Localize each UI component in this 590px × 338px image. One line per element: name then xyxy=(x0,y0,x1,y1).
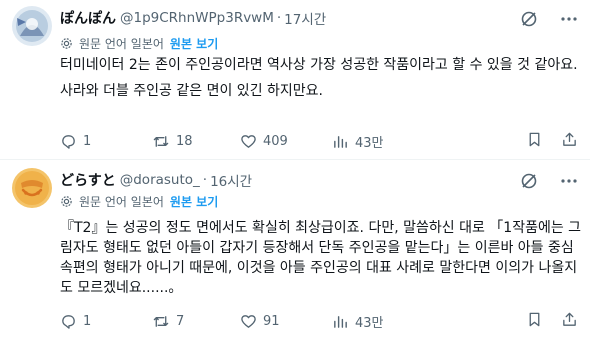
translation-source-label: 원문 언어 일본어 xyxy=(79,36,164,51)
repost-icon xyxy=(153,315,169,327)
repost-count: 18 xyxy=(176,133,193,149)
reply-count: 1 xyxy=(83,133,92,149)
like-count: 91 xyxy=(263,313,280,329)
repost-button[interactable]: 18 xyxy=(152,133,240,150)
post[interactable]: ぽんぽん @1p9CRhnWPp3RvwM · 17시간 원문 언어 일본어 원… xyxy=(0,0,590,160)
post-paragraph: 『T2』는 성공의 정도 면에서도 확실히 최상급이죠. 다만, 말씀하신 대로… xyxy=(60,220,582,296)
translation-notice: 원문 언어 일본어 원본 보기 xyxy=(60,35,218,51)
translation-source-label: 원문 언어 일본어 xyxy=(79,194,164,209)
views-button[interactable]: 43만 xyxy=(332,312,418,331)
like-icon xyxy=(241,134,256,148)
translate-gear-icon xyxy=(60,195,73,208)
reply-icon xyxy=(62,314,75,329)
avatar[interactable] xyxy=(12,168,52,208)
separator: · xyxy=(202,172,208,188)
bookmark-icon[interactable] xyxy=(526,311,543,332)
avatar[interactable] xyxy=(12,6,52,46)
post-text: 터미네이터 2는 존이 주인공이라면 역사상 가장 성공한 작품이라고 할 수 … xyxy=(60,55,580,101)
reply-button[interactable]: 1 xyxy=(60,313,152,330)
separator: · xyxy=(276,10,282,26)
translate-gear-icon xyxy=(60,37,73,50)
post-paragraph: 사라와 더블 주인공 같은 면이 있긴 하지만요. xyxy=(60,83,323,99)
post-header: ぽんぽん @1p9CRhnWPp3RvwM · 17시간 xyxy=(60,8,326,28)
display-name[interactable]: ぽんぽん xyxy=(60,8,116,28)
reply-icon xyxy=(62,134,75,149)
like-icon xyxy=(241,314,256,328)
translation-notice: 원문 언어 일본어 원본 보기 xyxy=(60,193,218,209)
timestamp[interactable]: 17시간 xyxy=(284,8,326,28)
like-button[interactable]: 409 xyxy=(240,133,332,150)
share-icon[interactable] xyxy=(561,131,578,152)
repost-icon xyxy=(153,135,169,147)
views-icon xyxy=(334,135,347,148)
reply-count: 1 xyxy=(83,313,92,329)
views-count: 43만 xyxy=(355,315,384,331)
user-handle[interactable]: @1p9CRhnWPp3RvwM xyxy=(120,10,274,26)
reply-button[interactable]: 1 xyxy=(60,133,152,150)
more-icon[interactable] xyxy=(560,10,578,28)
bookmark-icon[interactable] xyxy=(526,131,543,152)
views-count: 43만 xyxy=(355,135,384,151)
show-original-link[interactable]: 원본 보기 xyxy=(170,35,218,52)
action-bar: 1 7 91 43만 xyxy=(60,311,578,331)
post-text: 『T2』는 성공의 정도 면에서도 확실히 최상급이죠. 다만, 말씀하신 대로… xyxy=(60,218,582,298)
repost-count: 7 xyxy=(176,313,185,329)
like-count: 409 xyxy=(263,133,288,149)
post-paragraph: 터미네이터 2는 존이 주인공이라면 역사상 가장 성공한 작품이라고 할 수 … xyxy=(60,57,578,73)
post[interactable]: どらすと @dorasuto_ · 16시간 원문 언어 일본어 원본 보기 『… xyxy=(0,160,590,338)
grok-icon[interactable] xyxy=(520,10,538,28)
views-button[interactable]: 43만 xyxy=(332,132,418,151)
grok-icon[interactable] xyxy=(520,172,538,190)
share-icon[interactable] xyxy=(561,311,578,332)
user-handle[interactable]: @dorasuto_ xyxy=(120,172,200,188)
like-button[interactable]: 91 xyxy=(240,313,332,330)
views-icon xyxy=(334,315,347,328)
timestamp[interactable]: 16시간 xyxy=(210,170,252,190)
post-header: どらすと @dorasuto_ · 16시간 xyxy=(60,170,252,190)
action-bar: 1 18 409 43만 xyxy=(60,131,578,151)
show-original-link[interactable]: 원본 보기 xyxy=(170,193,218,210)
more-icon[interactable] xyxy=(560,172,578,190)
display-name[interactable]: どらすと xyxy=(60,170,116,190)
repost-button[interactable]: 7 xyxy=(152,313,240,330)
